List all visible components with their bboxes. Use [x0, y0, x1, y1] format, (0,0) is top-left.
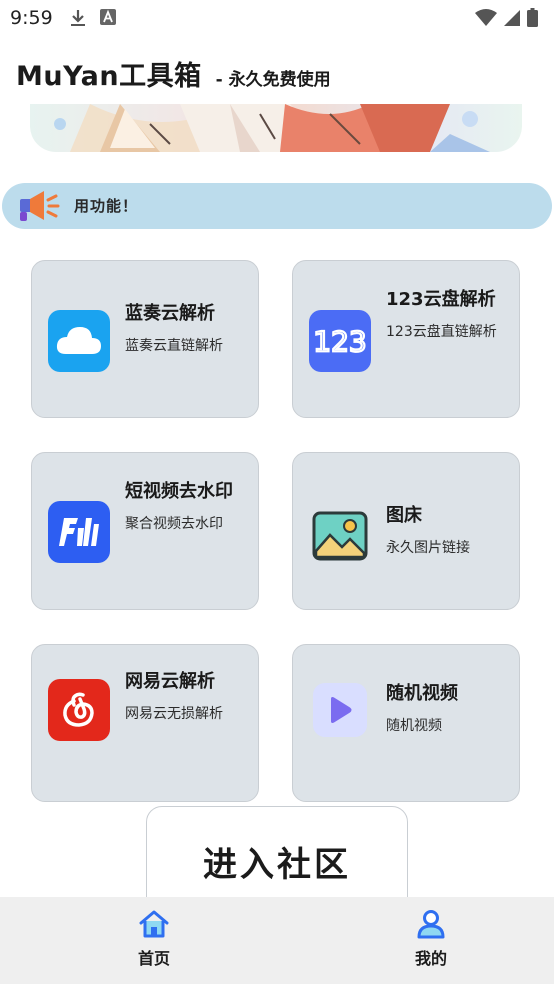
- tool-title: 网易云解析: [125, 671, 215, 692]
- tool-card-lanzou[interactable]: 蓝奏云解析 蓝奏云直链解析: [31, 260, 259, 418]
- image-icon: [309, 505, 371, 567]
- netease-music-icon: [48, 679, 110, 741]
- tool-desc: 随机视频: [386, 718, 442, 734]
- tool-desc: 永久图片链接: [386, 540, 470, 556]
- tool-title: 随机视频: [386, 683, 458, 704]
- nav-mine[interactable]: 我的: [391, 909, 471, 969]
- nav-home[interactable]: 首页: [114, 909, 194, 969]
- status-time: 9:59: [10, 7, 53, 29]
- home-icon: [137, 910, 171, 943]
- tool-card-123pan[interactable]: 123 123云盘解析 123云盘直链解析: [292, 260, 520, 418]
- tool-desc: 123云盘直链解析: [386, 324, 497, 340]
- battery-icon: [527, 8, 538, 31]
- tool-title: 图床: [386, 505, 422, 526]
- tool-card-image-host[interactable]: 图床 永久图片链接: [292, 452, 520, 610]
- tool-desc: 网易云无损解析: [125, 706, 223, 722]
- tool-title: 蓝奏云解析: [125, 303, 215, 324]
- svg-text:123: 123: [313, 325, 366, 358]
- nav-home-label: 首页: [137, 949, 170, 968]
- download-icon: [70, 9, 86, 31]
- digits-123-icon: 123: [309, 310, 371, 372]
- signal-icon: [503, 9, 521, 31]
- user-icon: [414, 910, 448, 943]
- app-title: MuYan工具箱: [16, 61, 202, 92]
- play-icon: [313, 683, 367, 737]
- cloud-icon: [48, 310, 110, 372]
- megaphone-icon: [16, 188, 60, 228]
- notice-text: 用功能！: [74, 197, 139, 215]
- tool-card-netease[interactable]: 网易云解析 网易云无损解析: [31, 644, 259, 802]
- app-header: MuYan工具箱 - 永久免费使用: [16, 54, 331, 93]
- nav-mine-label: 我的: [414, 949, 447, 968]
- notice-bar[interactable]: 用功能！: [2, 183, 552, 229]
- app-subtitle: - 永久免费使用: [215, 70, 331, 90]
- status-bar: 9:59: [0, 0, 554, 36]
- bottom-nav: 首页 我的: [0, 897, 554, 984]
- tool-card-random-video[interactable]: 随机视频 随机视频: [292, 644, 520, 802]
- wifi-icon: [475, 8, 497, 31]
- tool-desc: 蓝奏云直链解析: [125, 338, 223, 354]
- watermark-icon: [48, 501, 110, 563]
- tool-desc: 聚合视频去水印: [125, 516, 223, 532]
- tool-card-watermark[interactable]: 短视频去水印 聚合视频去水印: [31, 452, 259, 610]
- font-a-icon: [100, 9, 116, 31]
- tool-title: 短视频去水印: [125, 481, 233, 502]
- banner-image[interactable]: [30, 104, 522, 152]
- tool-title: 123云盘解析: [386, 289, 496, 310]
- banner-illustration: [54, 104, 490, 152]
